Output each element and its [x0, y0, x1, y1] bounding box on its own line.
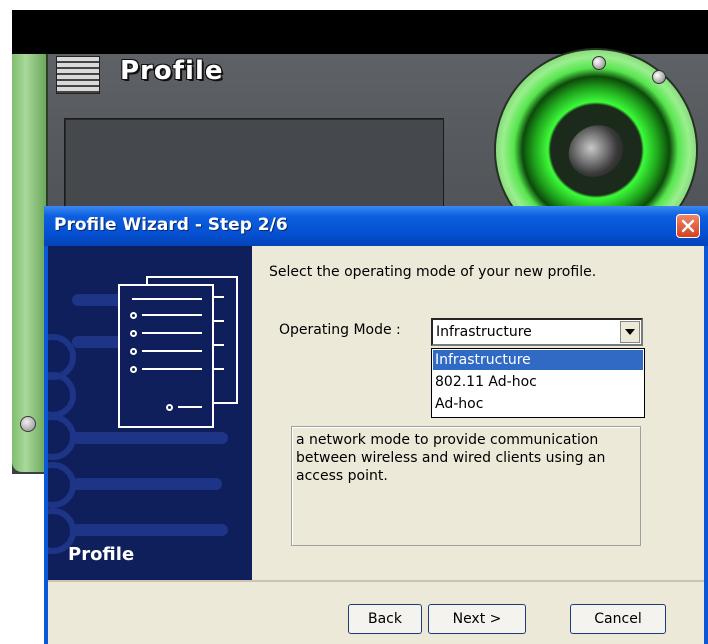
app-title: Profile [120, 56, 224, 86]
decor-line [72, 524, 228, 536]
operating-mode-select[interactable]: Infrastructure [431, 318, 643, 346]
option-80211-ad-hoc[interactable]: 802.11 Ad-hoc [433, 372, 643, 392]
close-button[interactable] [676, 214, 700, 238]
operating-mode-value: Infrastructure [436, 324, 532, 340]
close-icon [681, 219, 695, 233]
next-button-label: Next > [452, 611, 502, 627]
profile-app-icon [56, 56, 100, 94]
dialog-title: Profile Wizard - Step 2/6 [54, 215, 288, 235]
app-top-bar [12, 10, 708, 54]
dial-dot-icon[interactable] [652, 70, 666, 84]
dialog-client-area: Profile Select the operating mode of you… [48, 246, 704, 644]
profile-wizard-dialog: Profile Wizard - Step 2/6 Profile Select… [44, 206, 708, 644]
footer-divider [48, 580, 704, 582]
mode-description-box: a network mode to provide communication … [291, 426, 641, 546]
app-left-rail [12, 54, 48, 472]
cancel-button-label: Cancel [594, 611, 642, 627]
dialog-titlebar[interactable]: Profile Wizard - Step 2/6 [44, 206, 708, 246]
rail-knob[interactable] [20, 416, 36, 432]
instruction-text: Select the operating mode of your new pr… [269, 264, 597, 280]
chevron-down-icon [625, 329, 635, 335]
app-content-panel [64, 118, 444, 220]
operating-mode-dropdown-list: Infrastructure 802.11 Ad-hoc Ad-hoc [431, 348, 645, 418]
option-infrastructure[interactable]: Infrastructure [433, 350, 643, 370]
decor-circle [48, 372, 76, 418]
decor-line [72, 432, 228, 444]
next-button[interactable]: Next > [428, 604, 526, 634]
option-ad-hoc[interactable]: Ad-hoc [433, 394, 643, 414]
operating-mode-label: Operating Mode : [279, 322, 401, 338]
dial-dot-icon[interactable] [592, 56, 606, 70]
back-button[interactable]: Back [348, 604, 422, 634]
decor-line [72, 478, 222, 490]
cancel-button[interactable]: Cancel [570, 604, 666, 634]
wizard-side-panel: Profile [48, 246, 252, 580]
document-icon [118, 284, 214, 428]
mode-description-text: a network mode to provide communication … [296, 432, 606, 484]
side-panel-label: Profile [68, 544, 135, 565]
dropdown-arrow-button[interactable] [620, 321, 640, 343]
back-button-label: Back [368, 611, 402, 627]
